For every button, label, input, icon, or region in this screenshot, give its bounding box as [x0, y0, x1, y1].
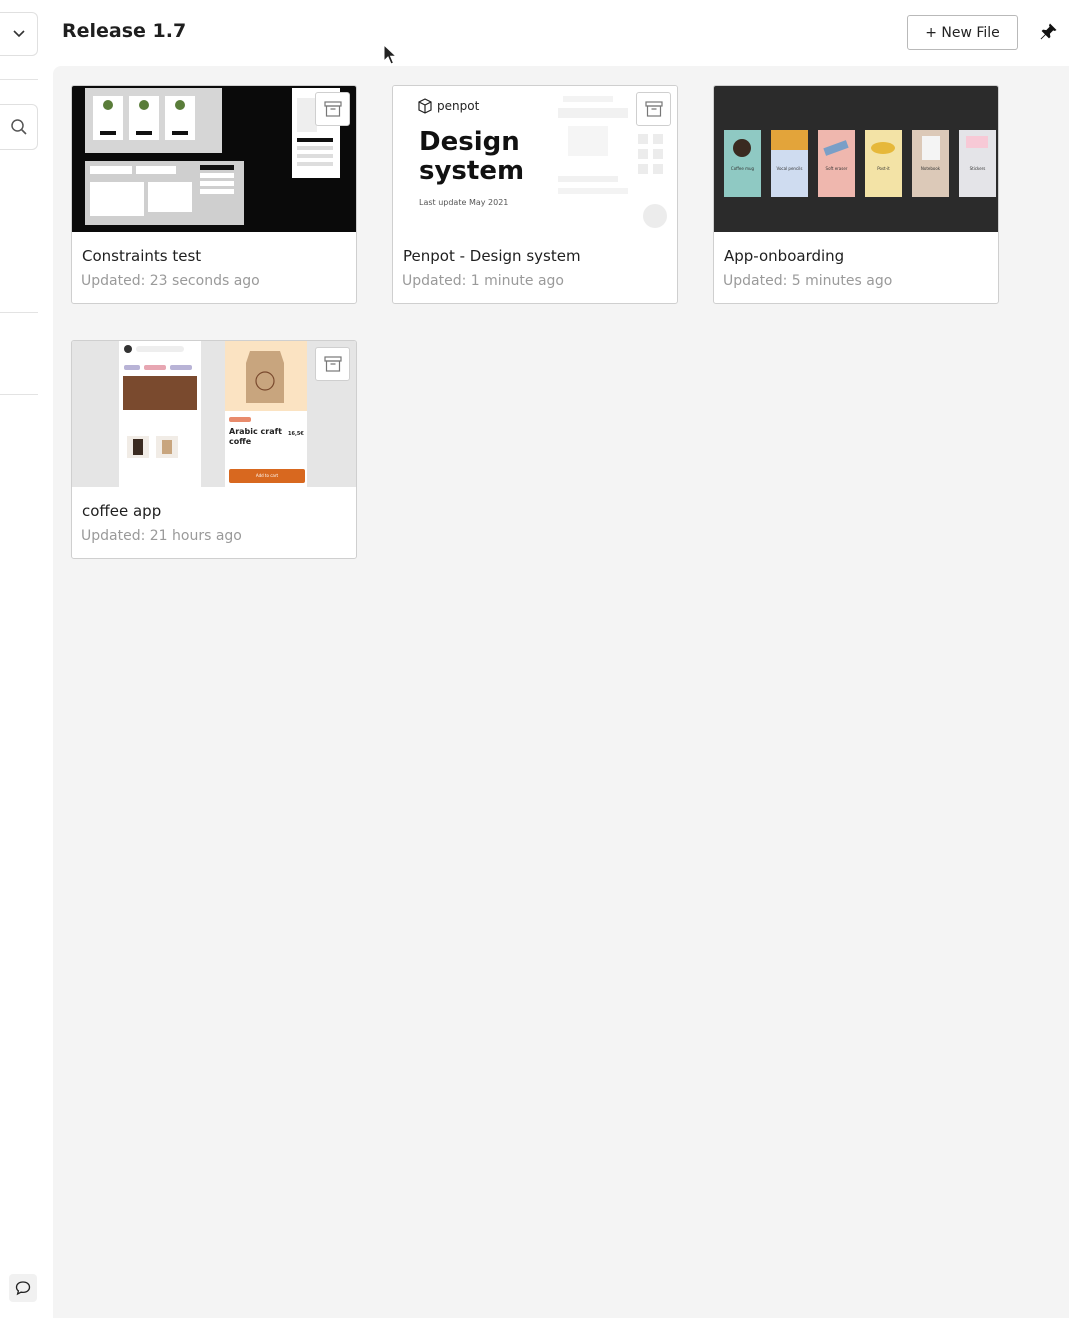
file-name: App-onboarding — [724, 247, 845, 265]
archive-icon — [323, 101, 342, 117]
screen-label: Post-it — [877, 166, 890, 171]
file-card[interactable]: Arabic craft coffe 16,5€ Add to cart cof… — [71, 340, 357, 559]
mouse-cursor-icon — [383, 44, 398, 65]
thumbnail-heading: Design system — [419, 127, 525, 186]
comments-button[interactable] — [9, 1274, 37, 1302]
files-grid: Constraints test Updated: 23 seconds ago — [53, 66, 1069, 1318]
file-card[interactable]: Coffee mug Vocal pencils Soft eraser Pos… — [713, 85, 999, 304]
sidebar-divider — [0, 312, 38, 313]
thumbnail-image — [85, 88, 340, 225]
comment-icon — [15, 1281, 31, 1296]
onboarding-screens — [724, 130, 996, 197]
file-thumbnail — [72, 86, 356, 232]
file-updated-time: Updated: 1 minute ago — [402, 273, 564, 289]
archive-icon — [323, 356, 342, 372]
screen-label: Vocal pencils — [776, 166, 803, 171]
file-name: coffee app — [82, 502, 162, 520]
penpot-logo-icon — [418, 98, 432, 114]
coffee-app-screens — [119, 341, 307, 487]
file-updated-time: Updated: 21 hours ago — [81, 528, 242, 544]
team-dropdown-button[interactable] — [0, 12, 38, 56]
search-button[interactable] — [0, 104, 38, 150]
screen-label: Soft eraser — [825, 166, 848, 171]
thumbnail-brand: penpot — [437, 99, 480, 113]
screen-label: Stickers — [969, 166, 986, 171]
screen-label: Coffee mug — [730, 166, 755, 171]
archive-button[interactable] — [636, 92, 671, 126]
thumbnail-price: 16,5€ — [288, 431, 304, 437]
file-updated-time: Updated: 5 minutes ago — [723, 273, 893, 289]
archive-icon — [644, 101, 663, 117]
pin-icon — [1040, 23, 1057, 40]
file-thumbnail: Arabic craft coffe 16,5€ Add to cart — [72, 341, 356, 487]
file-name: Penpot - Design system — [403, 247, 581, 265]
thumbnail-product-title: Arabic craft coffe — [229, 427, 282, 446]
screen-label: Notebook — [920, 166, 941, 171]
search-icon — [10, 119, 27, 135]
thumbnail-cta: Add to cart — [255, 473, 279, 478]
sidebar — [0, 0, 38, 1318]
chevron-down-icon — [12, 30, 25, 38]
thumbnail-subtitle: Last update May 2021 — [419, 198, 509, 207]
page-title: Release 1.7 — [62, 20, 187, 42]
file-name: Constraints test — [82, 247, 202, 265]
file-card[interactable]: Constraints test Updated: 23 seconds ago — [71, 85, 357, 304]
archive-button[interactable] — [315, 347, 350, 381]
file-card[interactable]: penpot Design system Last update May 202… — [392, 85, 678, 304]
sidebar-divider — [0, 79, 38, 80]
page-header: Release 1.7 + New File — [38, 0, 1069, 66]
new-file-button[interactable]: + New File — [907, 15, 1018, 50]
file-thumbnail: Coffee mug Vocal pencils Soft eraser Pos… — [714, 86, 998, 232]
archive-button[interactable] — [315, 92, 350, 126]
pin-button[interactable] — [1038, 22, 1060, 44]
file-updated-time: Updated: 23 seconds ago — [81, 273, 260, 289]
sidebar-divider — [0, 394, 38, 395]
file-thumbnail: penpot Design system Last update May 202… — [393, 86, 677, 232]
